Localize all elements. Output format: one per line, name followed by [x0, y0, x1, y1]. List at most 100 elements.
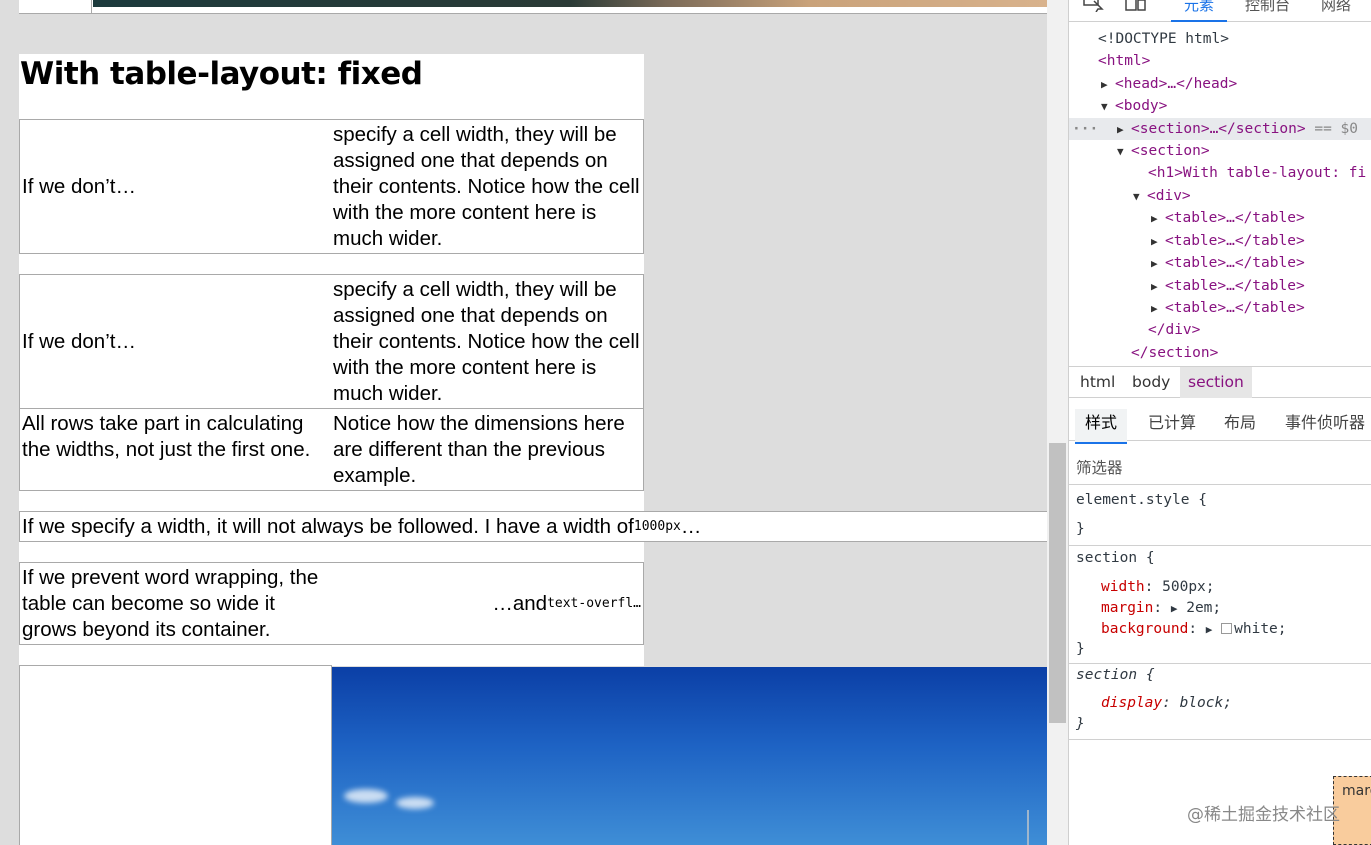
dom-node-section[interactable]: ▼ <section>	[1117, 140, 1210, 162]
table-cell: If we don’t…	[19, 119, 332, 254]
expand-triangle-icon[interactable]: ▶	[1151, 231, 1165, 254]
rule-selector: element.style {	[1076, 492, 1207, 508]
styles-filter-input[interactable]: 筛选器	[1069, 447, 1371, 485]
expand-triangle-icon[interactable]: ▶	[1151, 253, 1165, 276]
cloud	[344, 789, 388, 803]
breadcrumb-body[interactable]: body	[1124, 367, 1178, 398]
styles-subtabs: 样式 已计算 布局 事件侦听器	[1069, 401, 1371, 444]
expand-triangle-icon[interactable]: ▶	[1171, 602, 1178, 615]
collapse-triangle-icon[interactable]: ▼	[1133, 186, 1147, 209]
dom-node-doctype[interactable]: <!DOCTYPE html>	[1098, 28, 1229, 50]
device-toolbar-icon[interactable]	[1125, 0, 1149, 16]
breadcrumb: html body section	[1069, 366, 1371, 398]
dom-node-table[interactable]: ▶ <table>…</table>	[1151, 230, 1305, 252]
tab-elements[interactable]: 元素	[1171, 0, 1228, 22]
dom-node-body[interactable]: ▼ <body>	[1101, 95, 1167, 117]
cell-text: If we prevent word wrapping, the table c…	[22, 566, 319, 641]
cell-text: All rows take part in calculating the wi…	[22, 412, 311, 461]
cell-text: If we specify a width, it will not alway…	[22, 514, 634, 538]
page-viewport: With table-layout: fixed If we don’t… sp…	[0, 0, 1047, 845]
dom-node-table[interactable]: ▶ <table>…</table>	[1151, 297, 1305, 319]
declaration-background[interactable]: background: ▶ white;	[1101, 619, 1287, 640]
devtools-tabbar: 元素 控制台 网络	[1069, 0, 1371, 22]
dom-node-html[interactable]: <html>	[1098, 50, 1150, 72]
node-text: <h1>With table-layout: fi	[1148, 165, 1367, 181]
cell-text: If we don’t…	[22, 329, 136, 353]
dom-node-head[interactable]: ▶ <head>…</head>	[1101, 73, 1237, 95]
rule-user-agent-section: section { display: block; }	[1069, 664, 1371, 740]
cell-text: specify a cell width, they will be assig…	[333, 278, 640, 405]
property-value: 2em;	[1186, 600, 1222, 616]
rule-close: }	[1076, 641, 1085, 657]
table-cell	[19, 665, 332, 845]
inspect-element-icon[interactable]	[1083, 0, 1105, 16]
cloud	[396, 797, 434, 809]
expand-triangle-icon[interactable]: ▶	[1206, 623, 1213, 636]
tab-computed[interactable]: 已计算	[1148, 409, 1196, 433]
property-name: width	[1101, 579, 1145, 595]
node-text: </div>	[1148, 322, 1201, 338]
node-text: <table>…</table>	[1165, 233, 1305, 249]
declaration-width[interactable]: width: 500px;	[1101, 577, 1215, 598]
dom-node-table[interactable]: ▶ <table>…</table>	[1151, 252, 1305, 274]
dom-node-h1[interactable]: <h1>With table-layout: fi	[1148, 162, 1366, 184]
dom-node-table[interactable]: ▶ <table>…</table>	[1151, 275, 1305, 297]
scrollbar-thumb[interactable]	[1049, 443, 1066, 723]
expand-triangle-icon[interactable]: ▶	[1151, 298, 1165, 321]
more-actions-icon[interactable]: ···	[1072, 118, 1098, 141]
tab-layout[interactable]: 布局	[1224, 409, 1256, 433]
expand-triangle-icon[interactable]: ▶	[1101, 74, 1115, 97]
table-cell: specify a cell width, they will be assig…	[331, 274, 644, 409]
node-text: <table>…</table>	[1165, 278, 1305, 294]
declaration-margin[interactable]: margin: ▶ 2em;	[1101, 598, 1221, 619]
tab-network[interactable]: 网络	[1321, 0, 1351, 15]
dom-node-section-selected[interactable]: ··· ▶ <section>…</section> == $0	[1069, 118, 1371, 140]
property-value: block;	[1179, 695, 1232, 711]
property-value: white;	[1234, 621, 1287, 637]
node-text: <table>…</table>	[1165, 255, 1305, 271]
collapse-triangle-icon[interactable]: ▼	[1117, 141, 1131, 164]
expand-triangle-icon[interactable]: ▶	[1117, 119, 1131, 142]
table-cell: All rows take part in calculating the wi…	[19, 408, 332, 491]
table-cell	[19, 0, 92, 14]
watermark: @稀土掘金技术社区	[1187, 805, 1340, 825]
dom-node-div-close[interactable]: </div>	[1148, 319, 1200, 341]
cell-code: text-overfl…	[547, 595, 641, 611]
node-text: <section>	[1131, 143, 1210, 159]
rule-section: section { width: 500px; margin: ▶ 2em; b…	[1069, 546, 1371, 664]
cell-text: …and	[492, 591, 548, 615]
color-swatch-icon[interactable]	[1221, 623, 1233, 634]
wide-table-cell: If we specify a width, it will not alway…	[19, 511, 1047, 542]
expand-triangle-icon[interactable]: ▶	[1151, 208, 1165, 231]
property-name: display	[1101, 695, 1163, 711]
tab-styles[interactable]: 样式	[1075, 409, 1128, 444]
cell-text: …	[680, 514, 702, 538]
node-text: <table>…</table>	[1165, 210, 1305, 226]
property-name: background	[1101, 621, 1189, 637]
node-text: <!DOCTYPE html>	[1098, 31, 1229, 47]
expand-triangle-icon[interactable]: ▶	[1151, 276, 1165, 299]
sailboat-mast	[1027, 810, 1029, 845]
top-image	[93, 0, 1047, 7]
property-value: 500px;	[1162, 579, 1215, 595]
property-name: margin	[1101, 600, 1154, 616]
tab-console[interactable]: 控制台	[1245, 0, 1290, 15]
node-text: <table>…</table>	[1165, 300, 1305, 316]
table-cell: specify a cell width, they will be assig…	[331, 119, 644, 254]
cell-text: If we don’t…	[22, 174, 136, 198]
rule-selector: section {	[1076, 667, 1155, 683]
declaration-display: display: block;	[1101, 695, 1232, 711]
breadcrumb-section[interactable]: section	[1180, 367, 1252, 398]
breadcrumb-html[interactable]: html	[1072, 367, 1123, 398]
collapse-triangle-icon[interactable]: ▼	[1101, 96, 1115, 119]
dom-node-section-close[interactable]: </section>	[1131, 342, 1218, 364]
selected-marker: == $0	[1314, 121, 1358, 137]
cell-code: 1000px	[633, 518, 681, 534]
sky-image	[332, 667, 1047, 845]
node-text: <body>	[1115, 98, 1168, 114]
node-text: <html>	[1098, 53, 1151, 69]
page-scrollbar[interactable]	[1047, 0, 1068, 845]
tab-event-listeners[interactable]: 事件侦听器	[1285, 409, 1365, 433]
dom-node-div[interactable]: ▼ <div>	[1133, 185, 1191, 207]
dom-node-table[interactable]: ▶ <table>…</table>	[1151, 207, 1305, 229]
